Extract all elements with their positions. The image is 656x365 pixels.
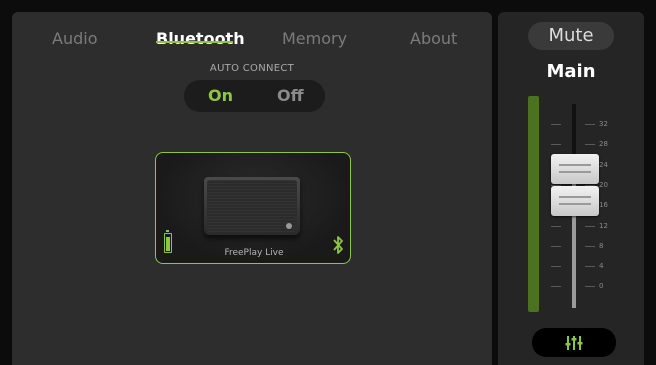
scale-tick-right [585,266,595,268]
scale-tick-label: 28 [599,140,608,149]
tab-audio[interactable]: Audio [52,29,97,48]
mute-button[interactable]: Mute [528,22,614,50]
scale-tick-left [551,124,561,125]
equalizer-button[interactable] [532,328,616,357]
tab-memory[interactable]: Memory [282,29,347,48]
scale-tick-left [551,225,561,227]
auto-connect-on-option[interactable]: On [208,86,233,105]
scale-tick-label: 32 [599,120,608,128]
auto-connect-off-option[interactable]: Off [277,86,304,105]
scale-tick-label: 12 [599,221,608,230]
device-card[interactable]: FreePlay Live [155,152,351,264]
fader-knob-upper [551,154,599,184]
active-tab-indicator [156,41,233,43]
fader-knob-lower [551,186,599,216]
scale-tick-left [551,245,561,247]
speaker-logo [286,223,292,229]
mixer-panel: Mute Main 32 28 24 20 16 12 8 4 0 [498,12,644,365]
bluetooth-panel: Audio Bluetooth Memory About AUTO CONNEC… [12,12,492,365]
scale-tick-label: 4 [599,262,604,271]
speaker-grill [207,180,297,232]
scale-tick-right [585,225,595,227]
fader-knob[interactable] [551,154,599,216]
auto-connect-label: AUTO CONNECT [209,63,295,74]
scale-tick-right [585,286,595,288]
tab-about[interactable]: About [410,29,457,48]
fader-track-upper [572,104,576,154]
scale-tick-left [551,286,561,288]
speaker-image [204,177,300,235]
scale-tick-right [585,245,595,247]
channel-label: Main [546,61,596,82]
scale-tick-label: 20 [599,180,608,189]
scale-tick-left [551,266,561,268]
bluetooth-icon [333,236,343,254]
level-meter [528,96,539,312]
scale-tick-label: 8 [599,241,604,250]
scale-tick-left [551,144,561,146]
scale-tick-label: 0 [599,282,604,291]
equalizer-icon [565,336,583,350]
tab-bluetooth[interactable]: Bluetooth [156,29,245,48]
level-meter-fill [528,96,539,312]
scale-tick-label: 16 [599,201,608,210]
auto-connect-toggle[interactable]: On Off [184,80,325,112]
scale-tick-right [585,124,595,125]
device-name: FreePlay Live [224,248,284,258]
scale-tick-label: 24 [599,160,608,169]
scale-tick-right [585,144,595,146]
